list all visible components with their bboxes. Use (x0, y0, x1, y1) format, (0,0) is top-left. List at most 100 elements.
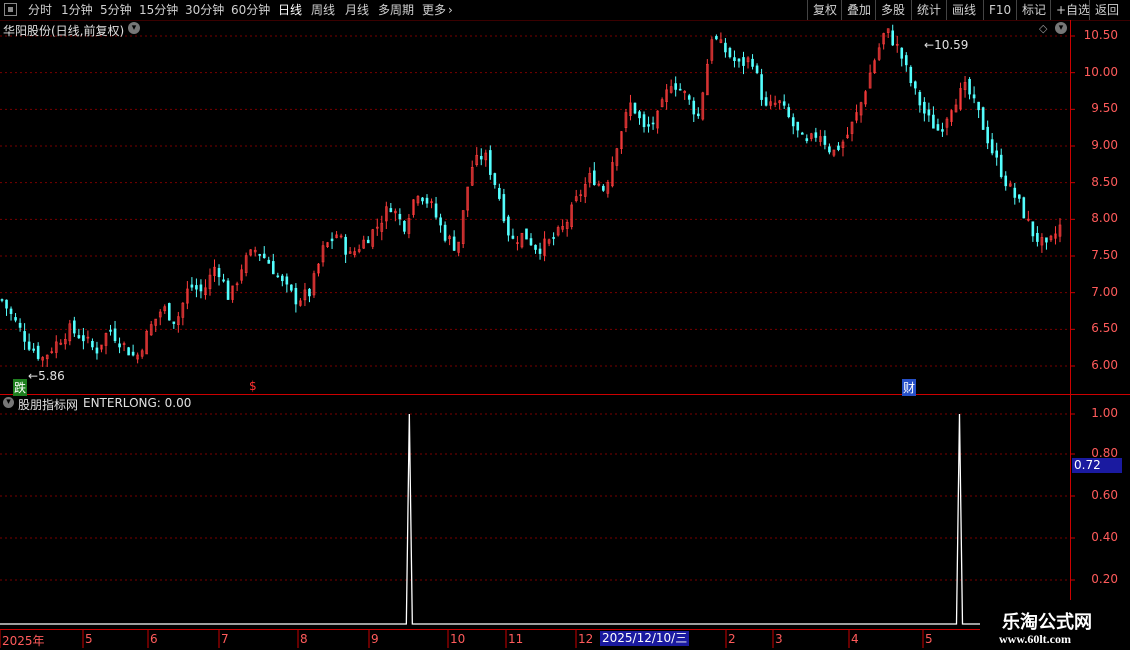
candle-body (755, 65, 759, 74)
candle (936, 118, 940, 131)
candle-body (1008, 183, 1012, 187)
candle-body (823, 135, 827, 145)
candle (502, 188, 506, 224)
candle (999, 148, 1003, 179)
candle (579, 189, 583, 203)
candle (710, 36, 714, 64)
panel-options-icon[interactable]: ▾ (1055, 22, 1067, 34)
ind-axis-label-3: 0.40 (1091, 530, 1118, 544)
candle (222, 273, 225, 283)
period-tab-2[interactable]: 5分钟 (100, 0, 132, 20)
candle (82, 327, 85, 350)
event-marker-fall[interactable]: 跌 (13, 379, 28, 396)
action-button-3[interactable]: 统计 (911, 0, 946, 20)
candle (36, 342, 40, 361)
candle (959, 82, 962, 111)
action-button-6[interactable]: 标记 (1016, 0, 1051, 20)
candle-body (353, 251, 356, 256)
candle (574, 189, 578, 203)
candle (737, 58, 741, 68)
period-tab-6[interactable]: 日线 (278, 0, 302, 20)
candle (941, 122, 944, 137)
candle (696, 107, 700, 119)
candle-body (104, 333, 108, 346)
candle-body (403, 220, 406, 232)
main-axis-label-5: 8.00 (1091, 211, 1118, 226)
action-button-2[interactable]: 多股 (875, 0, 910, 20)
candle-body (791, 117, 795, 127)
candle-body (909, 66, 913, 84)
diamond-icon[interactable]: ◇ (1039, 22, 1047, 35)
period-tab-9[interactable]: 多周期 (378, 0, 414, 20)
action-button-4[interactable]: 画线 (946, 0, 981, 20)
candle (850, 121, 854, 142)
chevron-down-icon[interactable]: ▾ (128, 22, 140, 34)
candle (692, 97, 696, 122)
candle-body (706, 63, 709, 96)
candle (54, 335, 58, 359)
candle-body (317, 263, 320, 274)
candle (674, 76, 677, 97)
candle-body (452, 236, 456, 251)
indicator-menu-icon[interactable]: ▾ (3, 397, 14, 408)
candle-body (728, 47, 732, 58)
candle-body (918, 92, 922, 106)
candle-body (299, 300, 302, 306)
candle-body (262, 253, 266, 259)
action-button-8[interactable]: 返回 (1089, 0, 1124, 20)
candle-body (1022, 197, 1026, 219)
event-marker-finance[interactable]: 财 (902, 379, 917, 396)
candle-body (724, 42, 727, 53)
candle-body (348, 251, 352, 254)
candle (565, 219, 569, 237)
candle-body (995, 150, 999, 158)
candle (249, 249, 252, 257)
action-button-1[interactable]: 叠加 (841, 0, 876, 20)
period-tab-10[interactable]: 更多 (422, 0, 446, 20)
candle (678, 83, 682, 91)
candle (886, 28, 890, 38)
candle-body (321, 245, 325, 263)
candle (733, 50, 736, 68)
candle-body (597, 183, 601, 186)
period-tab-5[interactable]: 60分钟 (231, 0, 270, 20)
candle-body (217, 268, 221, 278)
candle-body (362, 239, 366, 249)
candle (100, 344, 103, 353)
candle-body (86, 336, 90, 339)
action-button-5[interactable]: F10 (983, 0, 1016, 20)
candle (32, 343, 35, 353)
candle-body (538, 248, 542, 254)
menu-icon[interactable] (4, 3, 17, 16)
candle-body (50, 351, 54, 353)
candlestick-series (0, 24, 1062, 367)
period-tab-8[interactable]: 月线 (345, 0, 369, 20)
candle-body (312, 273, 316, 296)
period-tab-1[interactable]: 1分钟 (61, 0, 93, 20)
candle (778, 99, 781, 110)
candle (321, 241, 325, 267)
candle (285, 273, 289, 293)
candle (262, 246, 266, 259)
candle (665, 84, 668, 110)
candle-body (669, 86, 673, 93)
candle-body (656, 110, 659, 129)
action-button-0[interactable]: 复权 (807, 0, 842, 20)
period-tab-3[interactable]: 15分钟 (139, 0, 178, 20)
candle-body (574, 196, 578, 201)
candle (561, 219, 564, 233)
candle (918, 90, 922, 113)
candle-body (683, 90, 687, 94)
period-tab-0[interactable]: 分时 (28, 0, 52, 20)
period-tab-7[interactable]: 周线 (311, 0, 335, 20)
candle (895, 35, 899, 53)
candle (172, 321, 176, 329)
candle-body (602, 185, 605, 191)
chevron-right-icon[interactable]: › (448, 0, 453, 20)
candle (299, 298, 302, 307)
candle (317, 263, 320, 277)
event-marker-dollar[interactable]: $ (249, 379, 257, 393)
period-tab-4[interactable]: 30分钟 (185, 0, 224, 20)
candle-body (380, 222, 384, 232)
candle-body (810, 133, 813, 139)
